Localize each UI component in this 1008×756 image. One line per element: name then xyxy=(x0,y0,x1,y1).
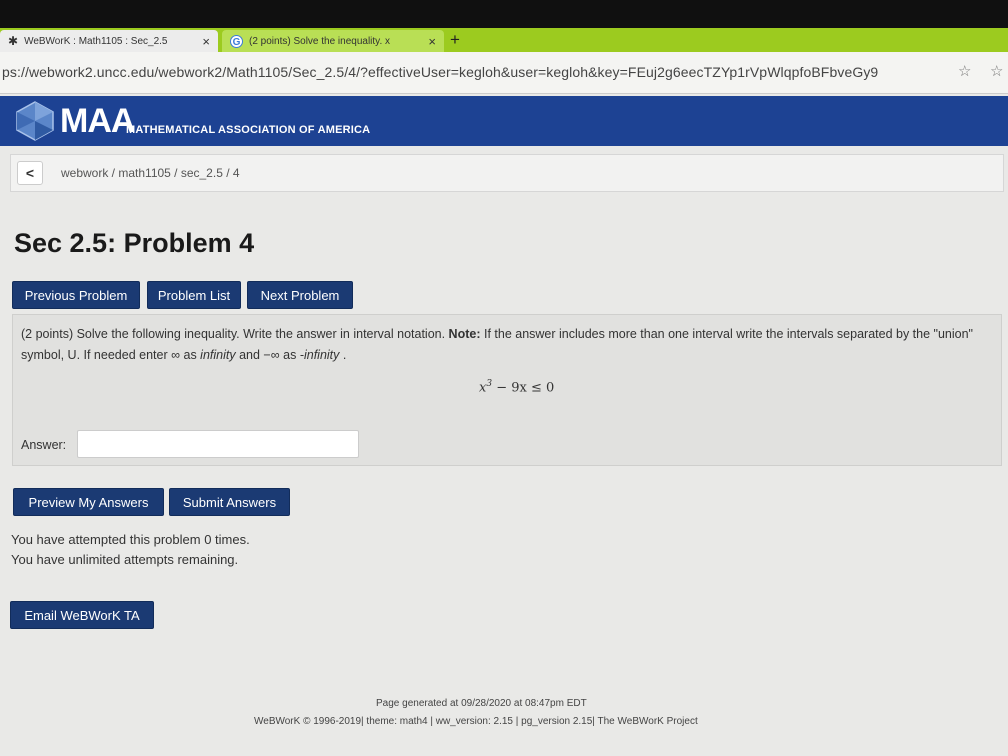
back-button[interactable]: < xyxy=(17,161,43,185)
breadcrumb-path[interactable]: webwork / math1105 / sec_2.5 / 4 xyxy=(61,166,240,180)
attempted-text: You have attempted this problem 0 times. xyxy=(11,532,250,547)
remaining-text: You have unlimited attempts remaining. xyxy=(11,552,239,567)
as-text: as xyxy=(180,348,201,362)
maa-logo-icon xyxy=(16,101,54,141)
neg-infinity-symbol: −∞ xyxy=(263,348,280,362)
submit-answers-button[interactable]: Submit Answers xyxy=(169,488,290,516)
screen-top-edge xyxy=(0,0,1008,28)
maa-subtitle: MATHEMATICAL ASSOCIATION OF AMERICA xyxy=(126,124,371,136)
note-label: Note: xyxy=(448,327,481,341)
inequality-formula: x3 − 9x ≤ 0 xyxy=(479,379,554,395)
previous-problem-button[interactable]: Previous Problem xyxy=(12,281,140,309)
neg-infinity-word: -infinity xyxy=(299,348,340,362)
footer-copyright: WeBWorK © 1996-2019| theme: math4 | ww_v… xyxy=(254,716,698,727)
close-icon[interactable]: × xyxy=(202,34,210,49)
answer-input[interactable] xyxy=(77,430,359,458)
infinity-symbol: ∞ xyxy=(171,348,181,362)
and-text: and xyxy=(235,348,264,362)
tab-title: (2 points) Solve the inequality. x xyxy=(249,35,391,47)
formula-rest: − 9x ≤ 0 xyxy=(492,380,555,396)
new-tab-button[interactable]: + xyxy=(450,30,460,50)
close-icon[interactable]: × xyxy=(428,34,436,49)
url-field[interactable]: ps://webwork2.uncc.edu/webwork2/Math1105… xyxy=(2,64,878,80)
attempt-status: You have attempted this problem 0 times.… xyxy=(11,530,250,570)
webwork-favicon-icon: ✱ xyxy=(8,34,19,48)
maa-logo-text: MAA xyxy=(60,102,135,140)
as-text: as xyxy=(279,348,300,362)
tab-webwork[interactable]: ✱ WeBWorK : Math1105 : Sec_2.5 × xyxy=(0,30,218,52)
problem-intro: (2 points) Solve the following inequalit… xyxy=(21,327,449,341)
answer-label: Answer: xyxy=(21,438,67,452)
problem-list-button[interactable]: Problem List xyxy=(147,281,241,309)
email-ta-button[interactable]: Email WeBWorK TA xyxy=(10,601,154,629)
bookmark-star-icon[interactable]: ☆ xyxy=(958,62,971,80)
page-generated-text: Page generated at 09/28/2020 at 08:47pm … xyxy=(376,698,587,709)
statement-end: . xyxy=(339,348,347,362)
infinity-word: infinity xyxy=(200,348,236,362)
address-bar: ps://webwork2.uncc.edu/webwork2/Math1105… xyxy=(0,52,1008,94)
tab-title: WeBWorK : Math1105 : Sec_2.5 xyxy=(24,35,168,47)
preview-answers-button[interactable]: Preview My Answers xyxy=(13,488,164,516)
breadcrumb: < webwork / math1105 / sec_2.5 / 4 xyxy=(10,154,1004,192)
extension-star-icon[interactable]: ☆ xyxy=(990,62,1003,80)
tab-google-search[interactable]: G (2 points) Solve the inequality. x × xyxy=(222,30,444,52)
google-icon: G xyxy=(230,34,243,48)
problem-statement: (2 points) Solve the following inequalit… xyxy=(21,324,991,366)
problem-box: (2 points) Solve the following inequalit… xyxy=(12,314,1002,466)
page-title: Sec 2.5: Problem 4 xyxy=(14,228,255,258)
next-problem-button[interactable]: Next Problem xyxy=(247,281,353,309)
browser-tab-strip: ✱ WeBWorK : Math1105 : Sec_2.5 × G (2 po… xyxy=(0,28,1008,52)
maa-banner: MAA MATHEMATICAL ASSOCIATION OF AMERICA xyxy=(0,96,1008,146)
